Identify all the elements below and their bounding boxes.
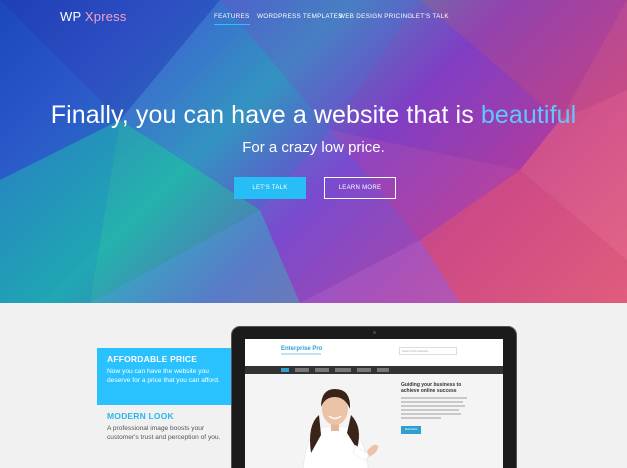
mockup-text-line (401, 397, 467, 399)
mockup-cta-title: Guiding your business to achieve online … (401, 382, 462, 395)
laptop-mockup: Enterprise Pro Search this website... Gu… (231, 326, 517, 468)
mockup-text-line (401, 413, 461, 415)
headline-main: Finally, you can have a website that is (50, 101, 481, 129)
mockup-text-line (401, 405, 465, 407)
mockup-logo: Enterprise Pro (281, 346, 323, 352)
mockup-text-line (401, 409, 459, 411)
hero-headline: Finally, you can have a website that is … (0, 101, 627, 130)
learn-more-button[interactable]: LEARN MORE (324, 177, 396, 199)
mockup-nav-item (295, 368, 309, 372)
feature-item-modern-look[interactable]: MODERN LOOK A professional image boosts … (107, 411, 225, 442)
feature-title: MODERN LOOK (107, 411, 174, 421)
mockup-text-line (401, 417, 441, 419)
feature-title: AFFORDABLE PRICE (107, 354, 198, 364)
feature-text: A professional image boosts your custome… (107, 425, 221, 441)
feature-text: Now you can have the website you deserve… (107, 368, 220, 384)
mockup-nav (245, 366, 503, 374)
mockup-nav-item (281, 368, 289, 372)
mockup-nav-item (335, 368, 351, 372)
mockup-read-more-button: Read More (401, 426, 421, 434)
nav-item-wordpress-templates[interactable]: WORDPRESS TEMPLATES (257, 13, 343, 20)
feature-item-affordable-price[interactable]: AFFORDABLE PRICE Now you can have the we… (97, 348, 231, 405)
mockup-nav-item (357, 368, 371, 372)
headline-highlight: beautiful (480, 101, 577, 129)
hero-section: WP Xpress FEATURES WORDPRESS TEMPLATES W… (0, 0, 627, 303)
lets-talk-button[interactable]: LET'S TALK (234, 177, 306, 199)
mockup-search: Search this website... (399, 347, 457, 355)
mockup-tagline (281, 353, 321, 355)
woman-photo (303, 389, 379, 468)
nav-item-web-design-pricing[interactable]: WEB DESIGN PRICING (339, 13, 413, 20)
laptop-screen: Enterprise Pro Search this website... Gu… (245, 339, 503, 468)
webcam-dot (373, 331, 376, 334)
nav-item-features[interactable]: FEATURES (214, 13, 250, 25)
nav-item-lets-talk[interactable]: LET'S TALK (412, 13, 449, 20)
features-section: AFFORDABLE PRICE Now you can have the we… (0, 303, 627, 468)
mockup-text-line (401, 401, 463, 403)
main-nav: FEATURES WORDPRESS TEMPLATES WEB DESIGN … (0, 13, 627, 33)
mockup-nav-item (377, 368, 389, 372)
mockup-nav-item (315, 368, 329, 372)
hero-subheadline: For a crazy low price. (242, 139, 385, 156)
